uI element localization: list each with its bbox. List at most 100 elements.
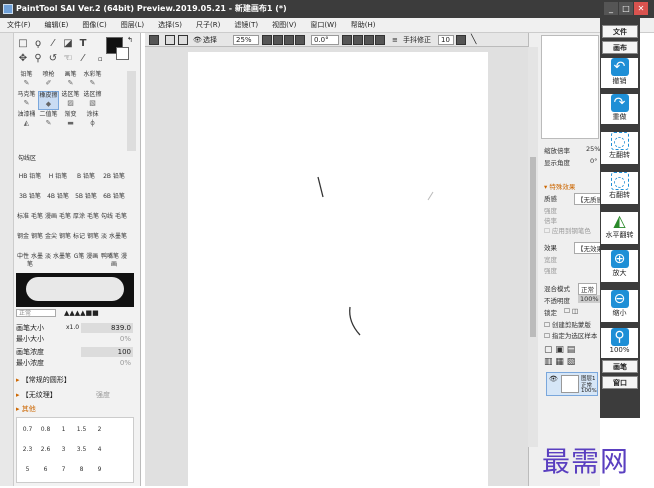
- dot-size-item[interactable]: 7: [55, 466, 72, 473]
- magic-wand-icon[interactable]: ⁄: [46, 37, 60, 51]
- dot-size-item[interactable]: 9: [91, 466, 108, 473]
- pencil-item[interactable]: 淡 水墨笔: [44, 253, 72, 272]
- brush-marker[interactable]: 马克笔 ✎: [16, 91, 37, 110]
- pencil-item[interactable]: 中性 水墨笔: [16, 253, 44, 272]
- toolbar-blank-button[interactable]: [165, 35, 175, 45]
- drawing-canvas[interactable]: [188, 52, 488, 486]
- brush-bucket[interactable]: 油漆桶 ◭: [16, 111, 37, 130]
- brush-eraser[interactable]: 橡皮擦 ◆: [38, 91, 59, 110]
- sidebar-file-button[interactable]: 文件: [602, 25, 638, 38]
- sidebar-rotate-right-button[interactable]: ◌ 右翻转: [601, 172, 638, 204]
- dot-size-item[interactable]: 1.5: [73, 426, 90, 433]
- pencil-item[interactable]: B 铅笔: [72, 173, 100, 192]
- dot-size-item[interactable]: 0.8: [37, 426, 54, 433]
- pencil-item[interactable]: 鸭嘴笔 漫画: [100, 253, 128, 272]
- navigator-angle-value[interactable]: 0°: [590, 157, 597, 165]
- maximize-button[interactable]: □: [619, 2, 633, 15]
- sidebar-canvas-button[interactable]: 画布: [602, 41, 638, 54]
- pencil-item[interactable]: 3B 铅笔: [16, 193, 44, 212]
- effects-header[interactable]: ▾ 特殊效果: [544, 181, 575, 191]
- text-icon[interactable]: T: [76, 37, 90, 51]
- layer-opacity-slider[interactable]: 100%: [578, 295, 601, 303]
- sidebar-zoom-out-button[interactable]: ⊖ 缩小: [601, 290, 638, 322]
- angle-field[interactable]: 0.0°: [311, 35, 339, 45]
- layer-action-icons[interactable]: ▢ ▣ ▤: [544, 345, 575, 355]
- brush-select-pen[interactable]: 选区笔 ▨: [60, 91, 81, 110]
- sidebar-rotate-left-button[interactable]: ◌ 左翻转: [601, 132, 638, 164]
- pencil-item[interactable]: 厚涂 毛笔: [72, 213, 100, 232]
- sidebar-brush-button[interactable]: 画笔: [602, 360, 638, 373]
- visibility-eye-icon[interactable]: 👁: [549, 375, 558, 383]
- brush-watercolor[interactable]: 水彩笔 ✎: [82, 71, 103, 90]
- sidebar-zoom-in-button[interactable]: ⊕ 放大: [601, 250, 638, 282]
- dot-size-item[interactable]: 0.7: [19, 426, 36, 433]
- min-size-slider[interactable]: 0%: [81, 334, 133, 344]
- brush-blur[interactable]: 涂抹 ϕ: [82, 111, 103, 130]
- size-multiplier-select[interactable]: x1.0: [66, 323, 79, 333]
- pencil-item[interactable]: HB 铅笔: [16, 173, 44, 192]
- lock-icon[interactable]: ☐ ◫: [564, 307, 578, 315]
- texture-row[interactable]: ▸ 【无纹理】 强度: [16, 390, 142, 400]
- density-slider[interactable]: 100: [81, 347, 133, 357]
- dot-size-item[interactable]: 1: [55, 426, 72, 433]
- pencil-item[interactable]: 钢金 钢笔: [16, 233, 44, 252]
- menu-window[interactable]: 窗口(W): [303, 18, 343, 33]
- dot-size-item[interactable]: 5: [19, 466, 36, 473]
- dot-size-item[interactable]: 2.6: [37, 446, 54, 453]
- pencil-item[interactable]: 金尖 钢笔: [44, 233, 72, 252]
- layer-row[interactable]: 👁 图层1 正常 100%: [546, 372, 598, 396]
- blend-mode-select[interactable]: 正常: [16, 309, 56, 317]
- zoom-dropdown-icon[interactable]: [262, 35, 272, 45]
- menu-help[interactable]: 帮助(H): [344, 18, 383, 33]
- hand-icon[interactable]: ☜: [61, 52, 75, 66]
- eye-icon[interactable]: 👁: [193, 33, 202, 47]
- pencil-item[interactable]: 5B 铅笔: [72, 193, 100, 212]
- layer-action-icons-2[interactable]: ▥ ▦ ▧: [544, 357, 575, 367]
- stabilizer-dropdown-icon[interactable]: [456, 35, 466, 45]
- zoom-out-icon[interactable]: [273, 35, 283, 45]
- fill-icon[interactable]: ◪: [61, 37, 75, 51]
- flip-icon[interactable]: ≡: [392, 33, 398, 47]
- brush-airbrush[interactable]: 喷枪 ✐: [38, 71, 59, 90]
- ref-checkbox[interactable]: ☐ 指定为选区样本: [544, 330, 597, 340]
- navigator-zoom-value[interactable]: 25%: [586, 145, 600, 153]
- pencil-item[interactable]: H 铅笔: [44, 173, 72, 192]
- zoom-icon[interactable]: ⚲: [31, 52, 45, 66]
- pencil-item[interactable]: 勾线 毛笔: [100, 213, 128, 232]
- brush-paintbrush[interactable]: 画笔 ✎: [60, 71, 81, 90]
- sidebar-redo-button[interactable]: ↷ 重做: [601, 94, 638, 124]
- pencil-item[interactable]: 4B 铅笔: [44, 193, 72, 212]
- dot-size-item[interactable]: 8: [73, 466, 90, 473]
- sidebar-zoom-level[interactable]: ⚲ 100%: [601, 328, 638, 358]
- pencil-item[interactable]: 标记 钢笔: [72, 233, 100, 252]
- pencil-item[interactable]: G笔 漫画: [72, 253, 100, 272]
- brush-pencil[interactable]: 铅笔 ✎: [16, 71, 37, 90]
- zoom-in-icon[interactable]: [284, 35, 294, 45]
- menu-filter[interactable]: 滤镜(T): [227, 18, 265, 33]
- brush-size-slider[interactable]: 839.0: [81, 323, 133, 333]
- rotate-reset-icon[interactable]: [375, 35, 385, 45]
- rotate-icon[interactable]: ↺: [46, 52, 60, 66]
- layer-blend-select[interactable]: 正常: [578, 283, 597, 295]
- min-density-slider[interactable]: 0%: [81, 358, 133, 368]
- select-toggle-label[interactable]: 选择: [203, 33, 217, 47]
- menu-view[interactable]: 视图(V): [265, 18, 303, 33]
- eyedropper-icon[interactable]: ⁄: [76, 52, 90, 66]
- swap-colors-icon[interactable]: ↰: [127, 36, 133, 44]
- dot-size-item[interactable]: 2.3: [19, 446, 36, 453]
- brush-gradient[interactable]: 渐变 ▬: [60, 111, 81, 130]
- transparent-color-icon[interactable]: ▫: [98, 55, 103, 63]
- dot-size-item[interactable]: 6: [37, 466, 54, 473]
- pencil-item[interactable]: 淡 水墨笔: [100, 233, 128, 252]
- menu-select[interactable]: 选择(S): [151, 18, 189, 33]
- navigator-preview[interactable]: [541, 35, 599, 139]
- menu-file[interactable]: 文件(F): [0, 18, 38, 33]
- shape-row[interactable]: ▸ 【常规的圆形】: [16, 375, 142, 385]
- brush-binary[interactable]: 二值笔 ✎: [38, 111, 59, 130]
- toolbar-blank-button[interactable]: [178, 35, 188, 45]
- sidebar-window-button[interactable]: 窗口: [602, 376, 638, 389]
- undo-icon[interactable]: [149, 35, 159, 45]
- minimize-button[interactable]: _: [604, 2, 618, 15]
- sidebar-flip-button[interactable]: ◭ 水平翻转: [601, 212, 638, 244]
- close-button[interactable]: ✕: [634, 2, 648, 15]
